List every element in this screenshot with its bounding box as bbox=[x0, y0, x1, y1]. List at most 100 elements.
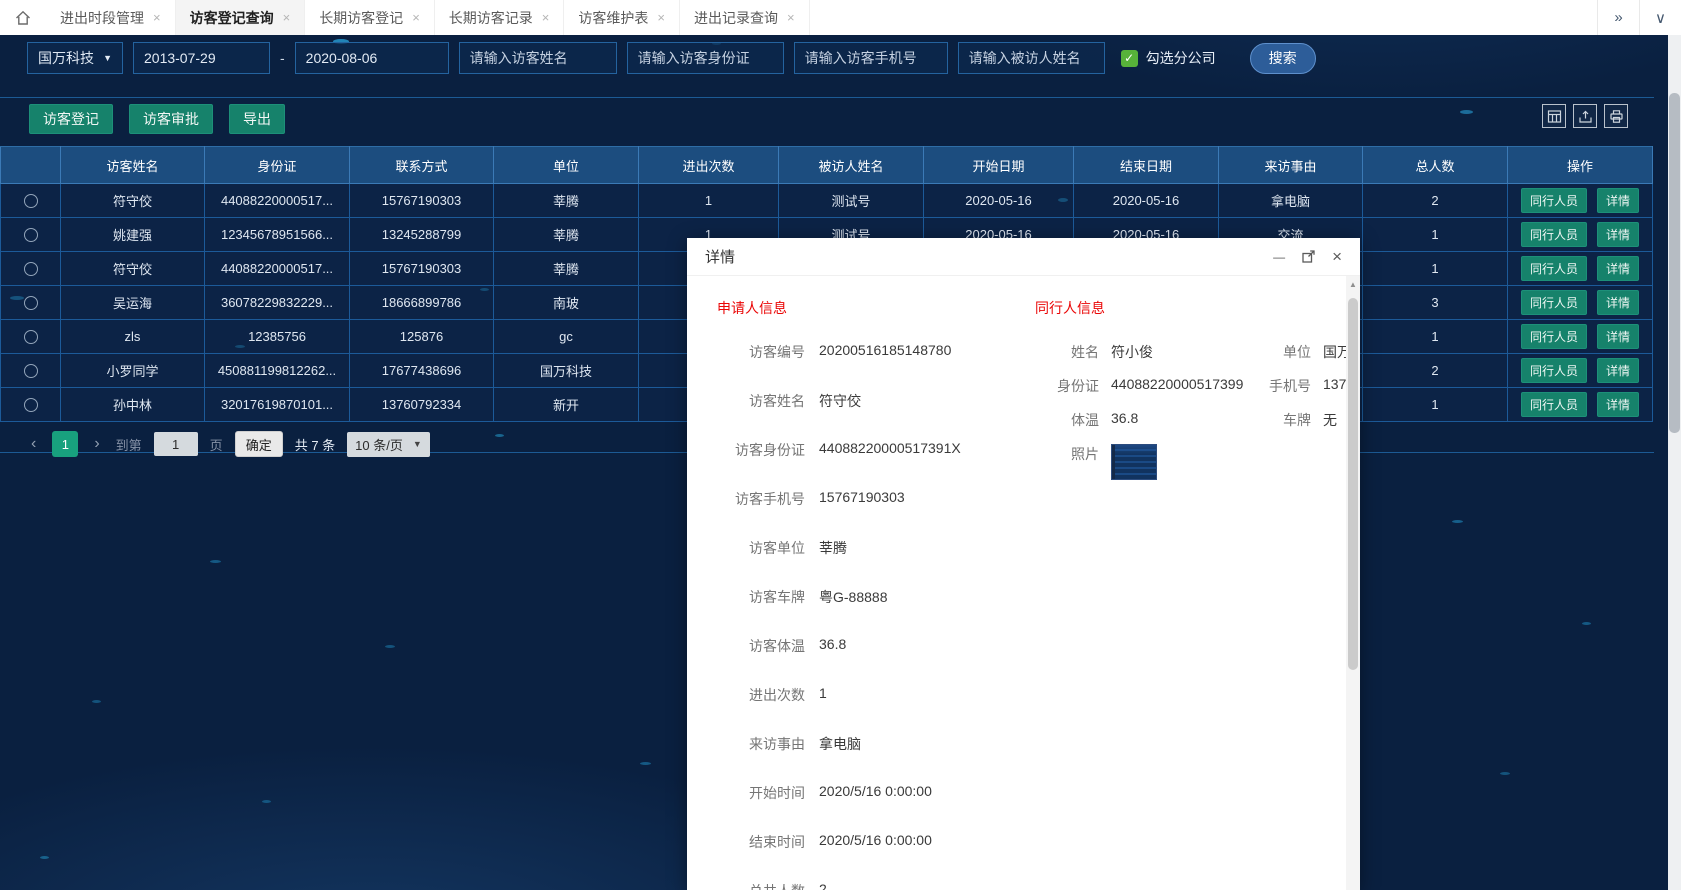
cell-total: 1 bbox=[1363, 320, 1508, 354]
tab-close-icon[interactable]: × bbox=[412, 10, 420, 25]
action-button-bar: 访客登记 访客审批 导出 bbox=[29, 104, 285, 134]
companion-button[interactable]: 同行人员 bbox=[1521, 188, 1587, 213]
chevron-down-icon: ▼ bbox=[413, 439, 422, 449]
field-value: 2020/5/16 0:00:00 bbox=[819, 832, 932, 852]
modal-body: 申请人信息 访客编号20200516185148780 访客姓名符守佼 访客身份… bbox=[687, 276, 1360, 890]
tab-visitor-registration-query[interactable]: 访客登记查询 × bbox=[176, 0, 306, 35]
tab-close-icon[interactable]: × bbox=[787, 10, 795, 25]
cell-total: 1 bbox=[1363, 218, 1508, 252]
field-value: 1 bbox=[819, 685, 827, 705]
visitor-phone-input[interactable] bbox=[794, 42, 948, 74]
cell-name: zls bbox=[61, 320, 205, 354]
cell-phone: 125876 bbox=[350, 320, 494, 354]
detail-button[interactable]: 详情 bbox=[1597, 256, 1639, 281]
tab-close-icon[interactable]: × bbox=[283, 10, 291, 25]
end-date-input[interactable] bbox=[295, 42, 449, 74]
companion-button[interactable]: 同行人员 bbox=[1521, 256, 1587, 281]
page-scrollbar[interactable] bbox=[1668, 35, 1681, 890]
home-icon[interactable] bbox=[0, 0, 46, 35]
field-value: 20200516185148780 bbox=[819, 342, 951, 362]
visitor-approve-button[interactable]: 访客审批 bbox=[129, 104, 213, 134]
companion-button[interactable]: 同行人员 bbox=[1521, 358, 1587, 383]
print-button[interactable] bbox=[1604, 104, 1628, 128]
modal-scrollbar-thumb[interactable] bbox=[1348, 298, 1358, 670]
row-radio[interactable] bbox=[24, 262, 38, 276]
field-label: 体温 bbox=[1035, 410, 1099, 430]
branch-checkbox[interactable]: ✓ bbox=[1121, 50, 1138, 67]
detail-button[interactable]: 详情 bbox=[1597, 392, 1639, 417]
page-size-select[interactable]: 10 条/页 ▼ bbox=[347, 432, 430, 457]
company-select[interactable]: 国万科技 ▼ bbox=[27, 42, 123, 74]
table-header-row: 访客姓名 身份证 联系方式 单位 进出次数 被访人姓名 开始日期 结束日期 来访… bbox=[1, 147, 1653, 184]
current-page-button[interactable]: 1 bbox=[52, 431, 78, 457]
tab-time-management[interactable]: 进出时段管理 × bbox=[46, 0, 176, 35]
export-data-button[interactable] bbox=[1573, 104, 1597, 128]
column-settings-button[interactable] bbox=[1542, 104, 1566, 128]
detail-button[interactable]: 详情 bbox=[1597, 290, 1639, 315]
goto-page-input[interactable] bbox=[154, 432, 198, 456]
visitor-name-input[interactable] bbox=[459, 42, 617, 74]
tab-visitor-maintenance[interactable]: 访客维护表 × bbox=[564, 0, 680, 35]
branch-checkbox-wrap[interactable]: ✓ 勾选分公司 bbox=[1121, 48, 1216, 68]
tabs-more-icon[interactable]: » bbox=[1597, 0, 1639, 35]
field-value: 44088220000517391X bbox=[819, 440, 961, 460]
tab-close-icon[interactable]: × bbox=[657, 10, 665, 25]
cell-total: 1 bbox=[1363, 252, 1508, 286]
visitor-register-button[interactable]: 访客登记 bbox=[29, 104, 113, 134]
companion-photo[interactable] bbox=[1111, 444, 1157, 480]
field-value: 2 bbox=[819, 881, 827, 890]
start-date-input[interactable] bbox=[133, 42, 270, 74]
row-radio[interactable] bbox=[24, 364, 38, 378]
goto-confirm-button[interactable]: 确定 bbox=[235, 431, 283, 457]
cell-actions: 同行人员详情 bbox=[1508, 354, 1653, 388]
page-scrollbar-thumb[interactable] bbox=[1669, 93, 1680, 433]
tab-close-icon[interactable]: × bbox=[542, 10, 550, 25]
detail-button[interactable]: 详情 bbox=[1597, 222, 1639, 247]
close-icon[interactable]: × bbox=[1332, 247, 1342, 267]
cell-company: 南玻 bbox=[494, 286, 639, 320]
export-button[interactable]: 导出 bbox=[229, 104, 285, 134]
search-button[interactable]: 搜索 bbox=[1250, 43, 1316, 74]
table-row: 符守佼 44088220000517... 15767190303 莘腾 1 测… bbox=[1, 184, 1653, 218]
cell-actions: 同行人员详情 bbox=[1508, 218, 1653, 252]
tab-close-icon[interactable]: × bbox=[153, 10, 161, 25]
companion-button[interactable]: 同行人员 bbox=[1521, 290, 1587, 315]
row-radio[interactable] bbox=[24, 228, 38, 242]
cell-select bbox=[1, 354, 61, 388]
cell-select bbox=[1, 286, 61, 320]
field-value: 无 bbox=[1323, 410, 1337, 430]
companion-button[interactable]: 同行人员 bbox=[1521, 392, 1587, 417]
cell-select bbox=[1, 320, 61, 354]
tabs-collapse-icon[interactable]: ∨ bbox=[1639, 0, 1681, 35]
row-radio[interactable] bbox=[24, 296, 38, 310]
next-page-icon[interactable]: › bbox=[90, 435, 103, 453]
tab-longterm-visitor-registration[interactable]: 长期访客登记 × bbox=[305, 0, 435, 35]
field-value: 符小俊 bbox=[1111, 342, 1259, 362]
tab-bar: 进出时段管理 × 访客登记查询 × 长期访客登记 × 长期访客记录 × 访客维护… bbox=[0, 0, 1681, 35]
prev-page-icon[interactable]: ‹ bbox=[27, 435, 40, 453]
companion-button[interactable]: 同行人员 bbox=[1521, 324, 1587, 349]
cell-company: 国万科技 bbox=[494, 354, 639, 388]
tab-longterm-visitor-records[interactable]: 长期访客记录 × bbox=[435, 0, 565, 35]
minimize-icon[interactable]: — bbox=[1273, 250, 1285, 264]
row-radio[interactable] bbox=[24, 398, 38, 412]
scroll-up-icon[interactable]: ▲ bbox=[1346, 280, 1360, 289]
field-value: 符守佼 bbox=[819, 391, 861, 411]
visitor-id-input[interactable] bbox=[627, 42, 784, 74]
cell-actions: 同行人员详情 bbox=[1508, 252, 1653, 286]
visited-name-input[interactable] bbox=[958, 42, 1105, 74]
detail-button[interactable]: 详情 bbox=[1597, 324, 1639, 349]
tab-access-records-query[interactable]: 进出记录查询 × bbox=[680, 0, 810, 35]
maximize-icon[interactable] bbox=[1301, 249, 1316, 264]
field-value: 36.8 bbox=[1111, 410, 1259, 426]
tab-label: 进出时段管理 bbox=[60, 8, 144, 28]
companion-button[interactable]: 同行人员 bbox=[1521, 222, 1587, 247]
detail-button[interactable]: 详情 bbox=[1597, 188, 1639, 213]
row-radio[interactable] bbox=[24, 330, 38, 344]
cell-select bbox=[1, 218, 61, 252]
row-radio[interactable] bbox=[24, 194, 38, 208]
detail-button[interactable]: 详情 bbox=[1597, 358, 1639, 383]
page-size-value: 10 条/页 bbox=[355, 435, 403, 454]
modal-scrollbar[interactable]: ▲ bbox=[1346, 276, 1360, 890]
cell-actions: 同行人员详情 bbox=[1508, 388, 1653, 422]
